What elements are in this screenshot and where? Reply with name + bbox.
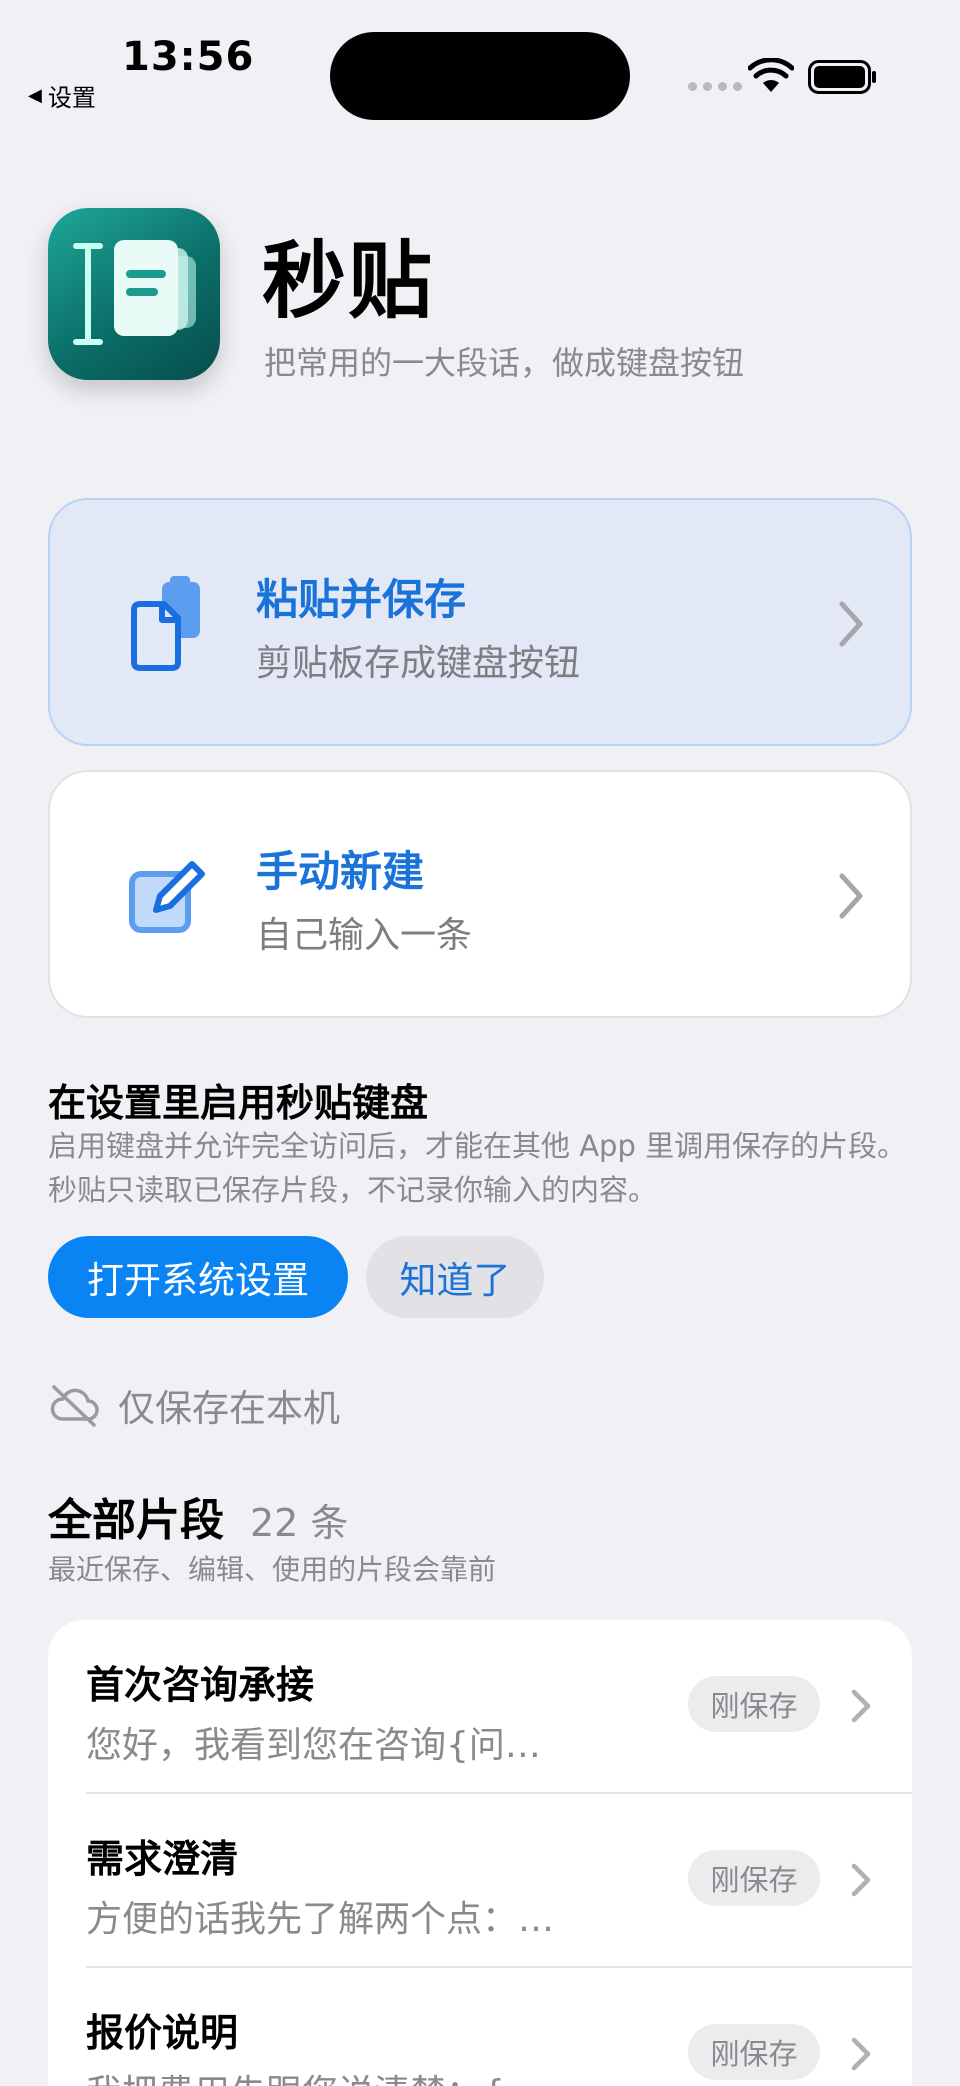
- text-cursor-card-icon: [73, 240, 196, 345]
- app-tagline: 把常用的一大段话，做成键盘按钮: [264, 344, 745, 382]
- cloud-off-icon: [50, 1385, 99, 1427]
- got-it-button[interactable]: 知道了: [366, 1236, 544, 1318]
- snippet-preview: 方便的话我先了解两个点：…: [86, 1899, 555, 1940]
- snippets-section-subtitle: 最近保存、编辑、使用的片段会靠前: [48, 1553, 497, 1586]
- status-badge: 刚保存: [688, 1850, 820, 1906]
- open-system-settings-button[interactable]: 打开系统设置: [48, 1236, 348, 1318]
- manual-new-title: 手动新建: [256, 847, 425, 896]
- dynamic-island: [330, 32, 630, 120]
- paste-and-save-title: 粘贴并保存: [256, 575, 467, 624]
- status-time: 13:56: [122, 34, 255, 80]
- status-badge: 刚保存: [688, 2024, 820, 2080]
- back-to-settings-link[interactable]: ◀ 设置: [28, 78, 96, 113]
- chevron-right-icon: [851, 1863, 871, 1897]
- back-triangle-icon: ◀: [28, 85, 42, 106]
- list-item[interactable]: 报价说明 我把费用先跟您说清楚：{ 刚保存: [48, 1968, 912, 2086]
- paste-and-save-card[interactable]: 粘贴并保存 剪贴板存成键盘按钮: [48, 498, 912, 746]
- chevron-right-icon: [839, 601, 863, 647]
- status-badge: 刚保存: [688, 1676, 820, 1732]
- list-item[interactable]: 需求澄清 方便的话我先了解两个点：… 刚保存: [48, 1794, 912, 1968]
- snippet-preview: 我把费用先跟您说清楚：{: [86, 2064, 505, 2086]
- app-icon: [48, 208, 220, 380]
- list-item[interactable]: 首次咨询承接 您好，我看到您在咨询{问… 刚保存: [48, 1620, 912, 1794]
- chevron-right-icon: [851, 2037, 871, 2071]
- compose-icon: [129, 861, 205, 933]
- status-bar: 13:56 ◀ 设置: [0, 0, 960, 120]
- chevron-right-icon: [839, 873, 863, 919]
- snippet-title: 首次咨询承接: [86, 1663, 315, 1707]
- local-storage-indicator: 仅保存在本机: [48, 1378, 340, 1432]
- cellular-signal-icon: [688, 82, 742, 91]
- chevron-right-icon: [851, 1689, 871, 1723]
- wifi-icon: [748, 58, 794, 92]
- back-label: 设置: [47, 84, 96, 112]
- snippets-list: 首次咨询承接 您好，我看到您在咨询{问… 刚保存 需求澄清 方便的话我先了解两个…: [48, 1620, 912, 2086]
- manual-new-card[interactable]: 手动新建 自己输入一条: [48, 770, 912, 1018]
- snippets-count: 22 条: [250, 1501, 349, 1545]
- snippet-title: 报价说明: [86, 2011, 239, 2055]
- local-storage-label: 仅保存在本机: [118, 1387, 340, 1430]
- manual-new-subtitle: 自己输入一条: [256, 915, 473, 956]
- keyboard-setup-description: 启用键盘并允许完全访问后，才能在其他 App 里调用保存的片段。秒贴只读取已保存…: [48, 1129, 907, 1207]
- snippet-preview: 您好，我看到您在咨询{问…: [86, 1725, 541, 1766]
- battery-icon: [808, 60, 876, 94]
- paste-and-save-subtitle: 剪贴板存成键盘按钮: [256, 643, 581, 684]
- keyboard-setup-title: 在设置里启用秒贴键盘: [48, 1081, 429, 1125]
- app-title: 秒贴: [262, 232, 435, 330]
- document-paste-icon: [131, 576, 200, 671]
- snippet-title: 需求澄清: [86, 1837, 239, 1881]
- snippets-section-title: 全部片段: [48, 1495, 224, 1546]
